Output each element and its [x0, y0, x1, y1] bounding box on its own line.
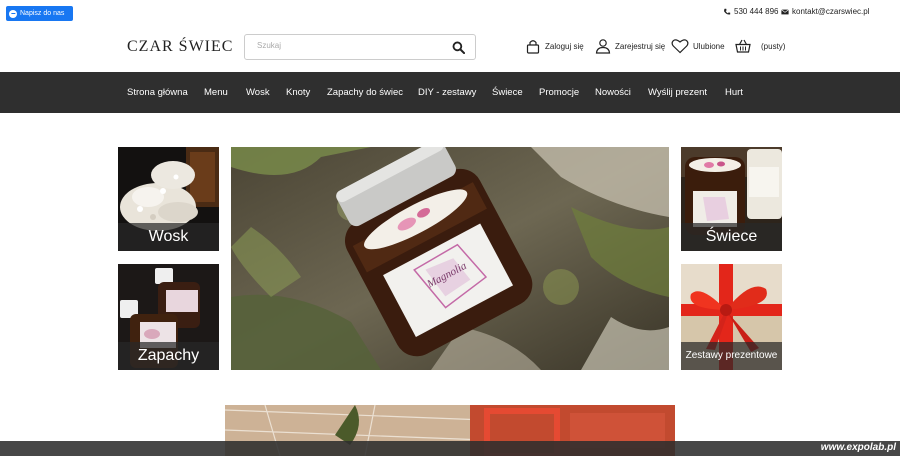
- nav-item-wosk[interactable]: Wosk: [246, 87, 270, 98]
- nav-item-diy-zestawy[interactable]: DIY - zestawy: [418, 87, 476, 98]
- nav-item-knoty[interactable]: Knoty: [286, 87, 310, 98]
- category-tile-zapachy[interactable]: Zapachy: [118, 264, 219, 370]
- phone-contact[interactable]: 530 444 896: [723, 7, 779, 16]
- email-contact[interactable]: kontakt@czarswiec.pl: [781, 7, 869, 16]
- tile-label-zestawy: Zestawy prezentowe: [681, 342, 782, 370]
- cart-label: (pusty): [761, 41, 786, 51]
- nav-item-nowosci[interactable]: Nowości: [595, 87, 631, 98]
- nav-item-swiece[interactable]: Świece: [492, 87, 523, 98]
- nav-item-menu[interactable]: Menu: [204, 87, 228, 98]
- search-input[interactable]: [257, 41, 437, 50]
- nav-item-strona-glowna[interactable]: Strona główna: [127, 87, 188, 98]
- category-tile-swiece[interactable]: Świece: [681, 147, 782, 251]
- nav-item-promocje[interactable]: Promocje: [539, 87, 579, 98]
- phone-number: 530 444 896: [734, 7, 779, 16]
- email-address: kontakt@czarswiec.pl: [792, 7, 870, 16]
- watermark: www.expolab.pl: [820, 442, 896, 453]
- phone-icon: [724, 8, 731, 15]
- search-box: [244, 34, 476, 60]
- tile-label-wosk: Wosk: [118, 223, 219, 251]
- main-nav: Strona główna Menu Wosk Knoty Zapachy do…: [0, 72, 900, 113]
- nav-item-hurt[interactable]: Hurt: [725, 87, 743, 98]
- cart-link[interactable]: (pusty): [735, 38, 785, 54]
- user-icon: [595, 39, 611, 54]
- favorites-link[interactable]: Ulubione: [671, 38, 725, 54]
- search-icon[interactable]: [452, 41, 465, 54]
- favorites-label: Ulubione: [693, 41, 725, 51]
- messenger-label: Napisz do nas: [20, 10, 65, 17]
- category-tile-zestawy[interactable]: Zestawy prezentowe: [681, 264, 782, 370]
- basket-icon: [735, 39, 751, 53]
- register-label: Zarejestruj się: [615, 41, 666, 51]
- tile-label-swiece: Świece: [681, 223, 782, 251]
- lock-icon: [526, 40, 540, 54]
- site-logo[interactable]: CZAR ŚWIEC: [127, 38, 233, 56]
- messenger-icon: [9, 9, 17, 18]
- messenger-button[interactable]: Napisz do nas: [6, 6, 73, 21]
- login-link[interactable]: Zaloguj się: [525, 38, 584, 54]
- footer-strip: [0, 441, 900, 456]
- category-tile-wosk[interactable]: Wosk: [118, 147, 219, 251]
- tile-label-zapachy: Zapachy: [118, 342, 219, 370]
- login-label: Zaloguj się: [545, 41, 584, 51]
- hero-banner[interactable]: Magnolia: [231, 147, 669, 370]
- register-link[interactable]: Zarejestruj się: [595, 38, 665, 54]
- nav-item-wyslij-prezent[interactable]: Wyślij prezent: [648, 87, 707, 98]
- heart-icon: [671, 39, 689, 54]
- nav-item-zapachy[interactable]: Zapachy do świec: [327, 87, 403, 98]
- page: Napisz do nas 530 444 896 kontakt@czarsw…: [0, 0, 900, 456]
- envelope-icon: [781, 8, 789, 14]
- hero-candle-image: Magnolia: [231, 147, 669, 370]
